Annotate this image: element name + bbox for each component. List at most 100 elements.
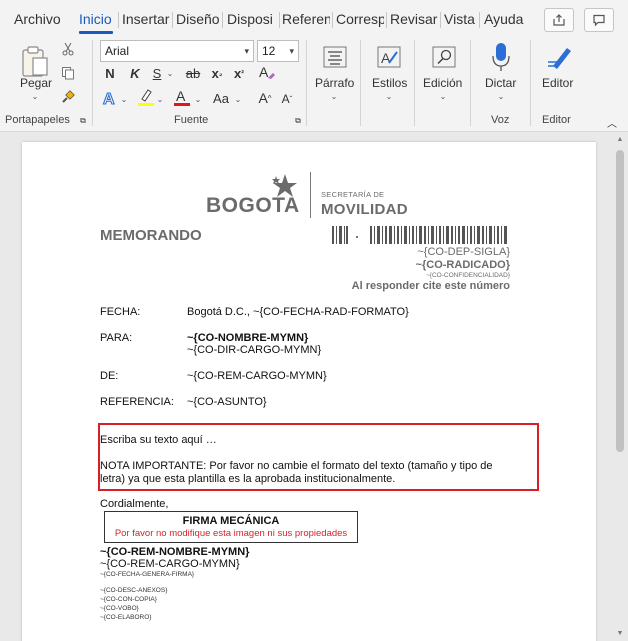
collapse-ribbon-button[interactable]: ︿ xyxy=(605,116,619,130)
tab-referencias[interactable]: Referen xyxy=(282,8,330,30)
chevron-down-icon: ▾ xyxy=(289,46,294,56)
chevron-down-icon: ⌄ xyxy=(234,94,242,104)
chevron-down-icon: ⌄ xyxy=(439,91,447,101)
bogota-star-logo-icon xyxy=(272,174,297,197)
cut-button[interactable] xyxy=(58,40,78,58)
chevron-down-icon: ⌄ xyxy=(156,94,164,104)
body-text-placeholder[interactable]: Escriba su texto aquí … xyxy=(100,434,217,446)
document-canvas[interactable]: BOGOTA SECRETARÍA DE MOVILIDAD MEMORANDO xyxy=(0,132,628,641)
ribbon-tab-bar: Archivo Inicio Insertar Diseño Disposi R… xyxy=(0,0,628,36)
tab-revisar[interactable]: Revisar xyxy=(390,8,438,30)
field-label-de: DE: xyxy=(100,370,119,382)
editor-button[interactable] xyxy=(543,40,577,74)
font-color-button[interactable]: A xyxy=(172,86,192,108)
field-value-referencia: ~{CO-ASUNTO} xyxy=(187,396,267,408)
dictate-label: Dictar xyxy=(485,76,517,90)
svg-text:A: A xyxy=(176,88,186,104)
logo-divider xyxy=(310,172,311,218)
styles-dropdown[interactable]: ⌄ xyxy=(382,91,396,101)
tab-separator xyxy=(222,12,223,28)
superscript-label: x xyxy=(234,65,242,81)
clear-format-button[interactable]: A xyxy=(256,62,278,82)
chevron-down-icon: ⌄ xyxy=(497,91,505,101)
share-icon xyxy=(553,14,565,26)
scroll-up-arrow-icon[interactable]: ▲ xyxy=(615,134,625,144)
nota-importante-line2[interactable]: letra) ya que esta plantilla es la aprob… xyxy=(100,473,395,485)
highlight-dropdown[interactable]: ⌄ xyxy=(156,92,164,106)
font-size-dropdown[interactable]: 12 ▾ xyxy=(257,40,299,62)
styles-button[interactable]: A xyxy=(374,42,404,72)
underline-button[interactable]: S xyxy=(148,64,166,82)
paragraph-dropdown[interactable]: ⌄ xyxy=(327,91,341,101)
scissors-icon xyxy=(62,42,74,56)
clipboard-launcher[interactable]: ⧉ xyxy=(78,116,88,126)
paste-button[interactable] xyxy=(18,42,52,80)
tab-inicio[interactable]: Inicio xyxy=(79,8,113,34)
tab-insertar[interactable]: Insertar xyxy=(122,8,170,30)
tab-ayuda[interactable]: Ayuda xyxy=(484,8,526,30)
clipboard-icon xyxy=(22,46,48,77)
firma-title: FIRMA MECÁNICA xyxy=(182,515,280,527)
chevron-down-icon: ⌄ xyxy=(194,94,202,104)
vertical-scrollbar[interactable]: ▲ ▼ xyxy=(612,132,628,641)
tab-separator xyxy=(279,12,280,28)
italic-button[interactable]: K xyxy=(126,64,144,82)
logo-secretaria: SECRETARÍA DE xyxy=(321,190,385,199)
tab-separator xyxy=(440,12,441,28)
svg-text:A: A xyxy=(103,91,115,107)
font-name-dropdown[interactable]: Arial ▾ xyxy=(100,40,254,62)
shrink-font-button[interactable]: Aˇ xyxy=(278,90,296,108)
comment-icon xyxy=(593,14,605,27)
tab-disposicion[interactable]: Disposi xyxy=(227,8,276,30)
subscript-button[interactable]: x₂ xyxy=(208,64,226,82)
barcode-image xyxy=(332,226,507,244)
change-case-dropdown[interactable]: ⌄ xyxy=(234,92,242,106)
underline-dropdown[interactable]: ⌄ xyxy=(166,66,174,80)
chevron-down-icon: ▾ xyxy=(244,46,249,56)
format-painter-button[interactable] xyxy=(58,88,78,106)
font-color-dropdown[interactable]: ⌄ xyxy=(194,92,202,106)
copy-icon xyxy=(62,67,74,80)
rem-nombre: ~{CO-REM-NOMBRE-MYMN} xyxy=(100,546,250,558)
dictate-button[interactable] xyxy=(486,40,516,74)
text-effects-button[interactable]: A xyxy=(100,88,120,108)
field-value-para-nombre: ~{CO-NOMBRE-MYMN} xyxy=(187,332,309,344)
font-size-value: 12 xyxy=(262,44,276,58)
grow-font-button[interactable]: A ^ xyxy=(256,88,274,108)
strikethrough-button[interactable]: ab xyxy=(182,64,204,82)
firma-mecanica-image[interactable]: FIRMA MECÁNICA Por favor no modifique es… xyxy=(104,511,358,543)
dictate-dropdown[interactable]: ⌄ xyxy=(494,91,508,101)
share-button[interactable] xyxy=(544,8,574,32)
highlight-button[interactable] xyxy=(136,86,156,108)
editing-button[interactable] xyxy=(429,42,459,72)
nota-importante-line1[interactable]: NOTA IMPORTANTE: Por favor no cambie el … xyxy=(100,460,493,472)
document-page[interactable]: BOGOTA SECRETARÍA DE MOVILIDAD MEMORANDO xyxy=(22,142,596,641)
change-case-button[interactable]: Aa xyxy=(210,88,232,108)
text-effects-dropdown[interactable]: ⌄ xyxy=(120,92,128,106)
editor-label: Editor xyxy=(542,76,574,90)
dep-sigla-field: ~{CO-DEP-SIGLA} xyxy=(417,246,510,258)
bold-button[interactable]: N xyxy=(101,64,119,82)
copy-button[interactable] xyxy=(58,64,78,82)
tab-separator xyxy=(332,12,333,28)
paragraph-align-icon xyxy=(323,46,347,68)
paragraph-button[interactable] xyxy=(320,42,350,72)
editing-dropdown[interactable]: ⌄ xyxy=(436,91,450,101)
comments-button[interactable] xyxy=(584,8,614,32)
superscript-button[interactable]: x² xyxy=(230,64,248,82)
scrollbar-thumb[interactable] xyxy=(616,150,624,452)
tab-diseno[interactable]: Diseño xyxy=(176,8,220,30)
tab-correspondencia[interactable]: Corresp xyxy=(336,8,384,30)
vobo: ~{CO-VOBO} xyxy=(100,605,139,612)
paste-dropdown[interactable]: ⌄ xyxy=(28,91,42,101)
tab-vista[interactable]: Vista xyxy=(444,8,478,30)
font-launcher[interactable]: ⧉ xyxy=(293,116,303,126)
field-value-fecha: Bogotá D.C., ~{CO-FECHA-RAD-FORMATO} xyxy=(187,306,409,318)
group-separator xyxy=(470,40,471,126)
scroll-down-arrow-icon[interactable]: ▼ xyxy=(615,628,625,638)
paste-label: Pegar xyxy=(20,76,53,90)
caret-up-icon: ^ xyxy=(267,93,272,103)
tab-archivo[interactable]: Archivo xyxy=(14,8,62,30)
firma-subtitle: Por favor no modifique esta imagen ni su… xyxy=(114,528,348,539)
elaboro: ~{CO-ELABORO} xyxy=(100,614,152,621)
